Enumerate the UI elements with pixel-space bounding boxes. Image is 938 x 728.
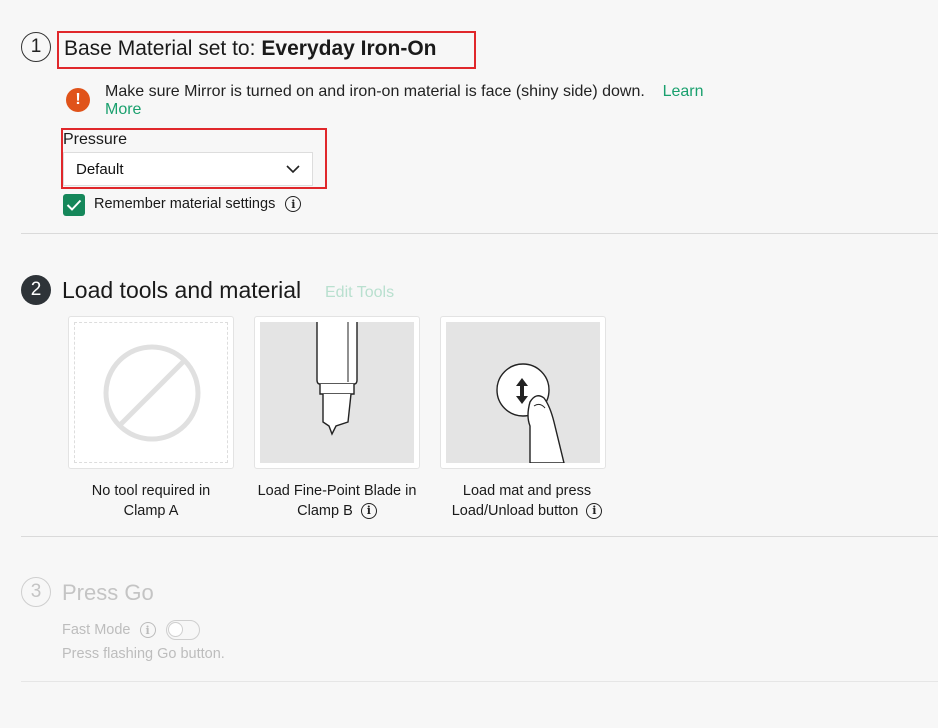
divider <box>21 681 938 682</box>
tool-card-clamp-a <box>68 316 234 469</box>
info-icon[interactable]: i <box>586 503 603 520</box>
caption-load-mat: Load mat and press Load/Unload button i <box>432 481 622 521</box>
fast-mode: Fast Mode i <box>62 622 156 639</box>
fine-point-blade-image <box>260 322 414 463</box>
info-icon[interactable]: i <box>360 503 377 520</box>
mirror-warning: Make sure Mirror is turned on and iron-o… <box>105 83 745 119</box>
remember-settings-label: Remember material settings <box>94 196 276 212</box>
base-material-prefix: Base Material set to: <box>64 37 256 60</box>
pressure-select-value: Default <box>76 160 124 178</box>
step-2-number: 2 <box>21 275 51 305</box>
divider <box>21 536 938 537</box>
load-tools-title: Load tools and material <box>62 277 302 303</box>
warning-icon: ! <box>66 88 90 112</box>
remember-settings: Remember material settings i <box>94 196 302 213</box>
chevron-down-icon <box>286 164 300 173</box>
press-go-title: Press Go <box>62 580 154 605</box>
pressure-label: Pressure <box>63 131 128 148</box>
base-material-title: Base Material set to: Everyday Iron-On <box>57 31 476 69</box>
warning-text: Make sure Mirror is turned on and iron-o… <box>105 83 645 100</box>
load-unload-button-image <box>446 322 600 463</box>
base-material-name: Everyday Iron-On <box>261 37 437 60</box>
remember-settings-checkbox[interactable] <box>63 194 85 216</box>
fast-mode-label: Fast Mode <box>62 622 131 638</box>
step-1-number: 1 <box>21 32 51 62</box>
info-icon[interactable]: i <box>285 196 302 213</box>
caption-clamp-a: No tool required in Clamp A <box>91 483 211 519</box>
press-go-instruction: Press flashing Go button. <box>62 646 225 662</box>
info-icon[interactable]: i <box>139 622 156 639</box>
toggle-knob <box>168 622 183 637</box>
step-3-number: 3 <box>21 577 51 607</box>
fast-mode-toggle[interactable] <box>166 620 200 640</box>
no-tool-icon <box>74 322 228 463</box>
edit-tools-link[interactable]: Edit Tools <box>325 284 394 302</box>
pressure-select[interactable]: Default <box>63 152 313 186</box>
tool-card-clamp-b <box>254 316 420 469</box>
checkmark-icon <box>66 199 82 211</box>
tool-card-load-mat <box>440 316 606 469</box>
divider <box>21 233 938 234</box>
caption-clamp-b: Load Fine-Point Blade in Clamp B i <box>257 483 417 520</box>
